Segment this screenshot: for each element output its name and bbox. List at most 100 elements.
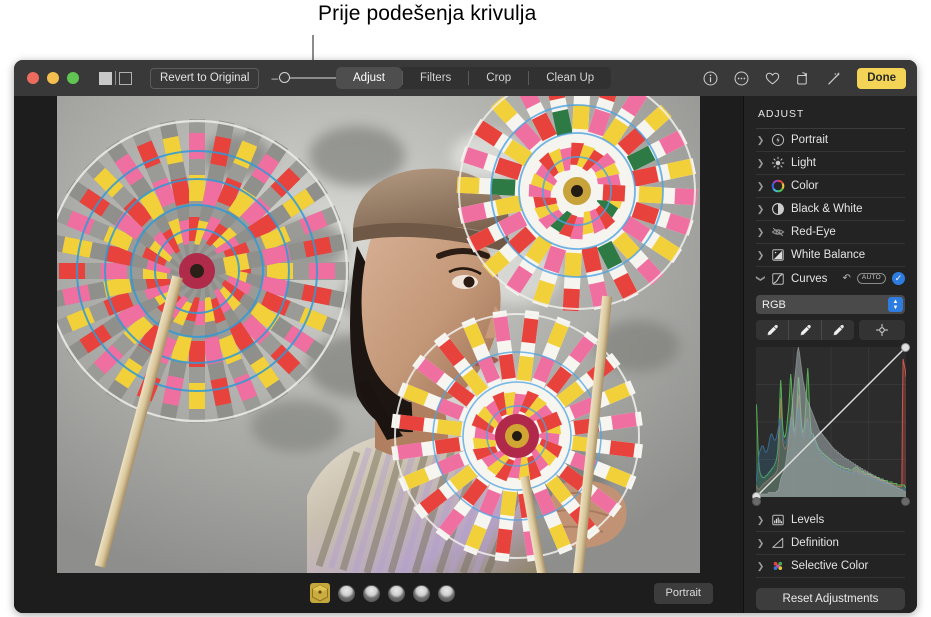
adjust-sidebar: ADJUST ❯ Portrait ❯ Light ❯ <box>743 96 917 613</box>
filter-thumb-2[interactable] <box>363 585 380 602</box>
tab-adjust[interactable]: Adjust <box>336 67 402 89</box>
chevron-right-icon[interactable]: ❯ <box>756 159 765 168</box>
eyedropper-gray-icon <box>798 323 812 337</box>
rotate-icon[interactable] <box>795 70 812 87</box>
zoom-knob[interactable] <box>279 72 290 83</box>
sidebar-item-portrait[interactable]: ❯ Portrait <box>756 129 905 152</box>
curves-channel-value: RGB <box>762 299 786 311</box>
selective-color-icon <box>771 559 785 573</box>
photos-editor-window: Revert to Original – + Adjust Filters Cr… <box>14 60 917 613</box>
sidebar-item-color[interactable]: ❯ Color <box>756 175 905 198</box>
sidebar-item-black-and-white[interactable]: ❯ Black & White <box>756 198 905 221</box>
curves-icon <box>771 272 785 286</box>
window-controls <box>27 72 79 84</box>
chevron-right-icon[interactable]: ❯ <box>756 228 765 237</box>
filter-thumb-5[interactable] <box>438 585 455 602</box>
done-button[interactable]: Done <box>857 68 906 89</box>
curves-controls: ↶ AUTO ✓ <box>842 272 905 285</box>
target-point-icon <box>875 323 889 337</box>
chevron-right-icon[interactable]: ❯ <box>756 251 765 260</box>
chevron-right-icon[interactable]: ❯ <box>756 136 765 145</box>
toolbar-right-actions: Done <box>702 60 906 96</box>
sidebar-label: Red-Eye <box>791 226 905 238</box>
portrait-badge-button[interactable]: Portrait <box>654 583 713 604</box>
eyedropper-white-point-button[interactable] <box>822 320 854 340</box>
sidebar-item-curves[interactable]: ❯ Curves ↶ AUTO ✓ <box>756 267 905 290</box>
lower-adjustments: ❯ Levels ❯ <box>756 509 905 610</box>
undo-icon[interactable]: ↶ <box>842 274 850 284</box>
chevron-right-icon[interactable]: ❯ <box>756 562 765 571</box>
filter-thumb-3[interactable] <box>388 585 405 602</box>
levels-icon <box>771 513 785 527</box>
tab-crop[interactable]: Crop <box>469 67 528 89</box>
adjust-panel-title: ADJUST <box>756 96 905 129</box>
curves-histogram-chart[interactable] <box>756 347 906 497</box>
curves-enabled-checkbox[interactable]: ✓ <box>892 272 905 285</box>
add-curve-point-button[interactable] <box>859 320 905 340</box>
shadow-clip-handle[interactable] <box>752 497 761 506</box>
favorite-heart-icon[interactable] <box>764 70 781 87</box>
sidebar-item-selective-color[interactable]: ❯ Selective Color <box>756 555 905 578</box>
eyedropper-black-icon <box>765 323 779 337</box>
edited-photo-image <box>57 96 700 573</box>
zoom-out-icon[interactable]: – <box>271 72 278 84</box>
chevron-right-icon[interactable]: ❯ <box>756 516 765 525</box>
eyedropper-white-icon <box>831 323 845 337</box>
single-view-icon[interactable] <box>119 72 132 85</box>
white-point-handle[interactable] <box>901 343 910 352</box>
sidebar-label: Selective Color <box>791 560 905 572</box>
minimize-button[interactable] <box>47 72 59 84</box>
sidebar-label: White Balance <box>791 249 905 261</box>
tab-filters[interactable]: Filters <box>403 67 468 89</box>
sidebar-label: Curves <box>791 273 836 285</box>
curves-tool-row <box>756 320 905 340</box>
sidebar-label: Definition <box>791 537 905 549</box>
curves-panel-body: RGB ▲ ▼ <box>756 290 905 610</box>
more-options-icon[interactable] <box>733 70 750 87</box>
highlight-clip-handle[interactable] <box>901 497 910 506</box>
split-view-icon[interactable] <box>99 72 112 85</box>
filter-thumbnails <box>310 583 455 603</box>
filter-thumb-original[interactable] <box>310 583 330 603</box>
eyedropper-group <box>756 320 854 340</box>
revert-label: Revert to Original <box>160 72 249 84</box>
maximize-button[interactable] <box>67 72 79 84</box>
photo-canvas[interactable] <box>57 96 700 573</box>
eyedropper-gray-point-button[interactable] <box>789 320 822 340</box>
curves-graph[interactable] <box>756 347 906 497</box>
view-mode-toggle[interactable] <box>99 71 132 85</box>
filter-thumb-1[interactable] <box>338 585 355 602</box>
filter-thumb-4[interactable] <box>413 585 430 602</box>
chevron-right-icon[interactable]: ❯ <box>756 205 765 214</box>
editor-mode-tabs: Adjust Filters Crop Clean Up <box>336 67 611 89</box>
callout-label: Prije podešenja krivulja <box>318 2 536 26</box>
chevron-down-icon[interactable]: ❯ <box>756 274 765 283</box>
stepper-chevrons-icon[interactable]: ▲ ▼ <box>888 297 903 312</box>
chevron-right-icon[interactable]: ❯ <box>756 539 765 548</box>
curves-channel-select[interactable]: RGB ▲ ▼ <box>756 295 905 314</box>
sidebar-label: Levels <box>791 514 905 526</box>
filter-filmstrip: Portrait <box>14 573 743 613</box>
sidebar-label: Color <box>791 180 905 192</box>
light-icon <box>771 156 785 170</box>
auto-enhance-icon[interactable] <box>826 70 843 87</box>
portrait-icon <box>771 133 785 147</box>
sidebar-label: Portrait <box>791 134 905 146</box>
chevron-right-icon[interactable]: ❯ <box>756 182 765 191</box>
close-button[interactable] <box>27 72 39 84</box>
original-cube-icon <box>310 583 330 603</box>
sidebar-item-white-balance[interactable]: ❯ White Balance <box>756 244 905 267</box>
sidebar-item-definition[interactable]: ❯ Definition <box>756 532 905 555</box>
window-toolbar: Revert to Original – + Adjust Filters Cr… <box>14 60 917 96</box>
photo-stage: Portrait <box>14 96 743 613</box>
info-icon[interactable] <box>702 70 719 87</box>
sidebar-item-light[interactable]: ❯ Light <box>756 152 905 175</box>
white-balance-icon <box>771 248 785 262</box>
auto-badge[interactable]: AUTO <box>857 273 886 284</box>
reset-adjustments-button[interactable]: Reset Adjustments <box>756 588 905 610</box>
eyedropper-black-point-button[interactable] <box>756 320 789 340</box>
revert-to-original-button[interactable]: Revert to Original <box>150 68 259 89</box>
sidebar-item-levels[interactable]: ❯ Levels <box>756 509 905 532</box>
sidebar-item-red-eye[interactable]: ❯ Red-Eye <box>756 221 905 244</box>
tab-clean-up[interactable]: Clean Up <box>529 67 611 89</box>
